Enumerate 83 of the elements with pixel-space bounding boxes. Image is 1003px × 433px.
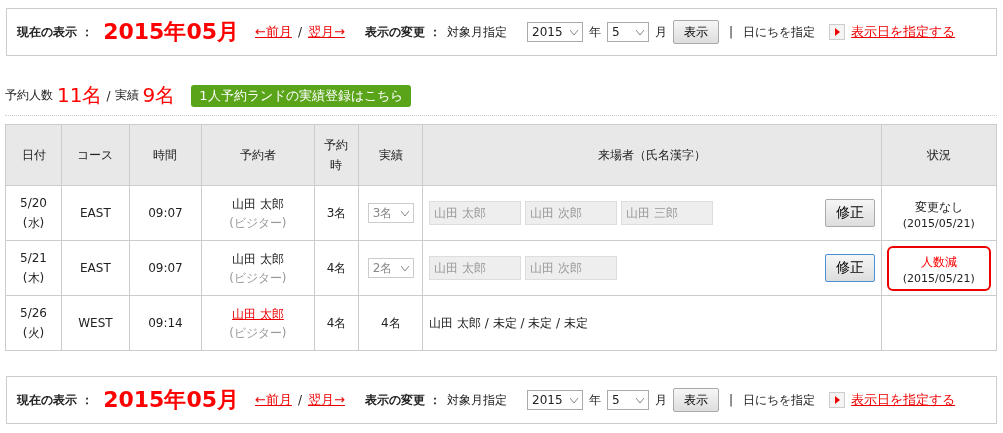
- month-select[interactable]: 5: [607, 22, 650, 42]
- fix-button[interactable]: 修正: [824, 199, 875, 227]
- column-header: 日付: [5, 124, 62, 186]
- separator: /: [297, 393, 302, 407]
- weekday-text: (水): [21, 215, 46, 232]
- date-text: 5/26: [19, 305, 48, 322]
- reserver-type: (ビジター): [228, 215, 288, 232]
- reserver-name: 山田 太郎: [231, 197, 284, 211]
- current-month: 2015年05月: [103, 386, 240, 414]
- reserved-label: 予約人数: [5, 87, 53, 104]
- time-cell: 09:07: [129, 185, 202, 241]
- course-cell: EAST: [61, 240, 130, 296]
- reserver-link[interactable]: 山田 太郎: [231, 307, 284, 321]
- divider-mark: |: [729, 393, 734, 407]
- change-label: 表示の変更 ：: [364, 23, 442, 41]
- divider-mark: |: [729, 25, 734, 39]
- caret-icon: [636, 29, 645, 35]
- reserver-type: (ビジター): [228, 270, 288, 287]
- current-label: 現在の表示 ：: [17, 23, 94, 41]
- date-text: 5/21: [19, 250, 48, 267]
- weekday-text: (木): [21, 270, 46, 287]
- reserved-count-cell: 4名: [314, 295, 359, 351]
- course-cell: EAST: [61, 185, 130, 241]
- actual-count: 9名: [142, 82, 176, 109]
- year-select[interactable]: 2015: [527, 22, 584, 42]
- month-select[interactable]: 5: [607, 390, 650, 410]
- month-unit: 月: [655, 391, 668, 409]
- actual-select[interactable]: 2名: [367, 258, 414, 278]
- year-unit: 年: [589, 23, 602, 41]
- reserved-count: 11名: [57, 82, 103, 109]
- status-date: (2015/05/21): [901, 216, 976, 230]
- caret-icon: [570, 29, 579, 35]
- column-header: 来場者（氏名漢字）: [422, 124, 882, 186]
- day-label: 日にちを指定: [743, 23, 816, 41]
- next-month-link[interactable]: 翌月→: [308, 23, 345, 41]
- status-date: (2015/05/21): [901, 271, 976, 285]
- column-header: 予約時: [314, 124, 359, 186]
- reserved-count-cell: 3名: [314, 185, 359, 241]
- previous-month-link[interactable]: ←前月: [255, 391, 292, 409]
- fix-button[interactable]: 修正: [824, 254, 875, 282]
- day-link[interactable]: 表示日を指定する: [851, 391, 956, 409]
- caret-icon: [400, 265, 409, 271]
- column-header: 状況: [881, 124, 997, 186]
- time-cell: 09:14: [129, 295, 202, 351]
- status-text: 人数減: [919, 253, 958, 271]
- reserver-type: (ビジター): [228, 325, 288, 342]
- column-header: 予約者: [201, 124, 315, 186]
- course-cell: WEST: [61, 295, 130, 351]
- status-text: 変更なし: [913, 198, 964, 216]
- next-month-link[interactable]: 翌月→: [308, 391, 345, 409]
- reserved-count-cell: 4名: [314, 240, 359, 296]
- year-select[interactable]: 2015: [527, 390, 584, 410]
- separator: /: [106, 88, 111, 103]
- show-button[interactable]: 表示: [673, 20, 720, 44]
- separator: /: [297, 25, 302, 39]
- actual-label: 実績: [114, 87, 139, 104]
- time-cell: 09:07: [129, 240, 202, 296]
- day-link[interactable]: 表示日を指定する: [851, 23, 956, 41]
- change-label: 表示の変更 ：: [364, 391, 442, 409]
- register-button[interactable]: 1人予約ランドの実績登録はこちら: [191, 84, 411, 107]
- day-label: 日にちを指定: [743, 391, 816, 409]
- previous-month-link[interactable]: ←前月: [255, 23, 292, 41]
- column-header: コース: [61, 124, 130, 186]
- actual-count: 4名: [380, 315, 401, 330]
- visitor-names: 山田 太郎 / 未定 / 未定 / 未定: [429, 314, 588, 332]
- target-label: 対象月指定: [447, 391, 508, 409]
- year-unit: 年: [589, 391, 602, 409]
- caret-icon: [636, 397, 645, 403]
- show-button[interactable]: 表示: [673, 388, 720, 412]
- weekday-text: (火): [21, 325, 46, 342]
- target-label: 対象月指定: [447, 23, 508, 41]
- current-label: 現在の表示 ：: [17, 391, 94, 409]
- date-text: 5/20: [19, 195, 48, 212]
- caret-icon: [400, 210, 409, 216]
- current-month: 2015年05月: [103, 18, 240, 46]
- play-icon[interactable]: [829, 24, 846, 40]
- column-header: 実績: [358, 124, 423, 186]
- month-unit: 月: [655, 23, 668, 41]
- caret-icon: [570, 397, 579, 403]
- play-icon[interactable]: [829, 392, 846, 408]
- reserver-name: 山田 太郎: [231, 252, 284, 266]
- column-header: 時間: [129, 124, 202, 186]
- actual-select[interactable]: 3名: [367, 203, 414, 223]
